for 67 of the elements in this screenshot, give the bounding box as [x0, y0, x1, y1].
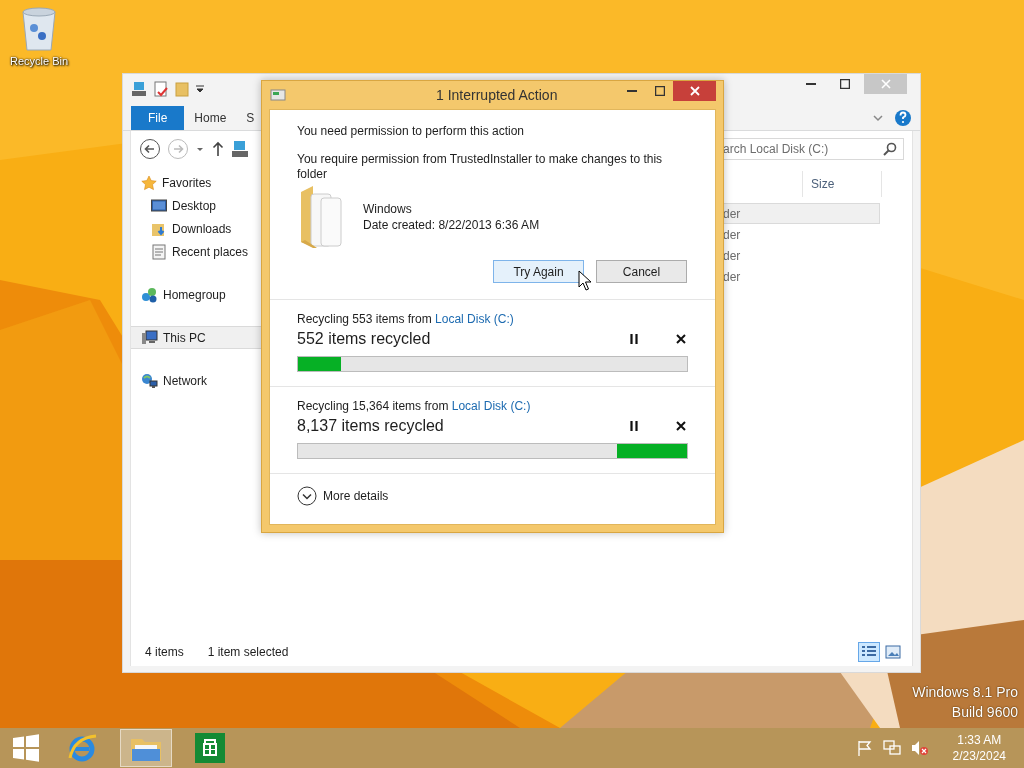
operation-source: Recycling 553 items from Local Disk (C:): [297, 312, 515, 326]
computer-icon: [141, 330, 158, 345]
maximize-icon: [839, 79, 850, 89]
dialog-title: 1 Interrupted Action: [435, 87, 559, 103]
flag-icon[interactable]: [856, 740, 873, 756]
maximize-icon: [654, 86, 665, 96]
nav-item[interactable]: Network: [131, 369, 262, 392]
nav-item[interactable]: Homegroup: [131, 283, 262, 306]
search-placeholder: arch Local Disk (C:): [723, 142, 829, 156]
document-icon: [151, 243, 167, 260]
mouse-cursor-icon: [578, 270, 592, 291]
properties-icon[interactable]: [153, 81, 169, 97]
recycle-bin-icon[interactable]: [19, 6, 59, 52]
column-header[interactable]: Size: [802, 171, 882, 197]
transfer-icon: [270, 88, 286, 102]
chevron-down-icon: [297, 486, 317, 506]
pause-button[interactable]: [627, 332, 641, 346]
close-icon: [689, 86, 700, 96]
more-details-toggle[interactable]: More details: [297, 486, 389, 506]
nav-item[interactable]: This PC: [131, 326, 262, 349]
search-icon: [883, 142, 897, 156]
close-button[interactable]: [673, 81, 716, 101]
dialog-heading: You need permission to perform this action: [297, 124, 525, 138]
large-icons-view-icon: [885, 645, 901, 659]
view-button[interactable]: [858, 642, 880, 662]
operation-status: 552 items recycled: [297, 330, 432, 348]
nav-item[interactable]: Favorites: [131, 171, 262, 194]
ribbon-tab[interactable]: S: [236, 106, 265, 130]
close-icon: [880, 79, 891, 89]
nav-item[interactable]: Recent places: [131, 240, 262, 263]
view-button[interactable]: [882, 642, 904, 662]
operation-status: 8,137 items recycled: [297, 417, 445, 435]
taskbar-app[interactable]: [120, 729, 172, 767]
computer-icon: [231, 140, 249, 158]
volume-icon[interactable]: [910, 740, 929, 756]
browser-icon: [66, 732, 98, 764]
dropdown-icon[interactable]: [195, 84, 205, 94]
pause-button[interactable]: [627, 419, 641, 433]
edition-text: Windows 8.1 Pro: [912, 684, 1018, 700]
shopping-bag-icon: [195, 733, 225, 763]
selection-count: 1 item selected: [207, 645, 289, 659]
source-link[interactable]: Local Disk (C:): [451, 399, 531, 413]
star-icon: [141, 174, 157, 191]
minimize-icon: [626, 90, 637, 92]
back-icon[interactable]: [139, 138, 161, 160]
homegroup-icon: [141, 286, 158, 303]
nav-item[interactable]: Downloads: [131, 217, 262, 240]
network-icon: [141, 372, 158, 389]
ribbon-tab[interactable]: Home: [184, 106, 237, 130]
monitor-icon: [151, 198, 167, 213]
edition-text: Build 9600: [951, 704, 1018, 720]
minimize-icon: [805, 83, 816, 85]
dialog-button[interactable]: Try Again: [493, 260, 584, 283]
cancel-operation-button[interactable]: [674, 419, 688, 433]
network-icon[interactable]: [882, 740, 901, 756]
start-icon: [12, 734, 40, 762]
item-count: 4 items: [145, 645, 184, 659]
computer-icon: [131, 81, 147, 97]
source-link[interactable]: Local Disk (C:): [435, 312, 514, 326]
details-view-icon: [861, 645, 877, 659]
item-name: Windows: [363, 202, 413, 216]
cancel-operation-button[interactable]: [674, 332, 688, 346]
item-date: Date created: 8/22/2013 6:36 AM: [363, 218, 540, 232]
dialog-button[interactable]: Cancel: [596, 260, 687, 283]
operation-source: Recycling 15,364 items from Local Disk (C:): [297, 399, 532, 413]
nav-item[interactable]: Desktop: [131, 194, 262, 217]
dialog-message: You require permission from TrustedInstaller to make changes to this folder: [297, 152, 664, 182]
